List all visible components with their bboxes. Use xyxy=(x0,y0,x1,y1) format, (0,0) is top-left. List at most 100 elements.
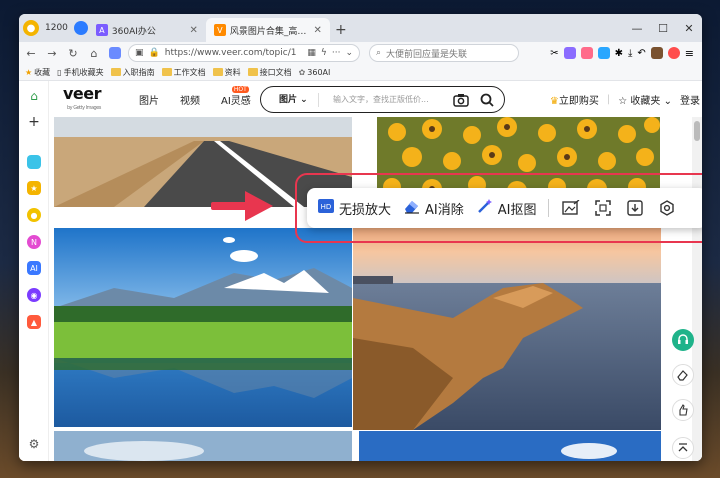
avatar[interactable] xyxy=(667,47,680,59)
eraser-float-icon[interactable] xyxy=(672,364,694,386)
sky-clouds-image[interactable] xyxy=(54,431,352,461)
chevron-down-icon[interactable]: ⌄ xyxy=(345,48,353,58)
telegram-icon[interactable] xyxy=(73,21,88,35)
home-icon[interactable]: ⌂ xyxy=(86,45,102,61)
alpine-lake-image[interactable] xyxy=(54,228,352,427)
edit-image-icon[interactable] xyxy=(561,198,581,218)
blue-sky-image[interactable] xyxy=(359,431,661,461)
ai-erase-button[interactable]: AI消除 xyxy=(403,198,464,218)
tab-title: 360AI办公 xyxy=(111,26,156,37)
points-coin-icon[interactable]: ● xyxy=(23,20,39,36)
screenshot-icon[interactable]: ▦ xyxy=(307,48,316,58)
camera-search-icon[interactable] xyxy=(452,91,470,109)
bookmark-item[interactable]: 工作文档 xyxy=(161,67,206,78)
browser-search-box[interactable]: ⌕ 大便前回应量是失联 xyxy=(369,44,519,62)
more-icon[interactable]: ··· xyxy=(332,48,341,58)
search-icon[interactable] xyxy=(478,91,496,109)
ai-cutout-button[interactable]: AI抠图 xyxy=(476,198,536,218)
search-category-select[interactable]: 图片 ⌄ xyxy=(261,92,319,107)
download-icon[interactable] xyxy=(625,198,645,218)
favorites-button[interactable]: ☆ 收藏夹 ⌄ xyxy=(618,92,672,107)
nav-label: 图片 xyxy=(139,95,159,107)
bookmark-item[interactable]: ▯ 手机收藏夹 xyxy=(57,67,103,78)
sidebar-ai-icon[interactable]: AI xyxy=(27,261,41,275)
coastal-cliff-image[interactable] xyxy=(353,228,661,430)
folder-icon xyxy=(161,68,172,76)
login-link[interactable]: 登录 xyxy=(680,92,700,107)
buy-now-button[interactable]: ♛立即购买 xyxy=(550,92,599,107)
bookmark-label: 手机收藏夹 xyxy=(63,67,104,77)
nav-bar: ← → ↻ ⌂ ▣ 🔒 https://www.veer.com/topic/1… xyxy=(19,42,702,64)
settings-hex-icon[interactable] xyxy=(657,198,677,218)
ext-brown-icon[interactable] xyxy=(650,47,663,59)
bookmark-item[interactable]: 入职指南 xyxy=(110,67,155,78)
site-header: veer by Getty Images 图片 视频 AI灵感 HOT 图片 ⌄ … xyxy=(49,81,702,117)
extension-icon[interactable] xyxy=(107,45,123,61)
browser-sidebar: ⌂ + ★ ● N AI ◉ ▲ ⚙ xyxy=(19,81,49,461)
nav-item-ai[interactable]: AI灵感 HOT xyxy=(221,81,251,117)
back-icon[interactable]: ← xyxy=(23,45,39,61)
nav-item-images[interactable]: 图片 xyxy=(139,81,159,117)
scissors-icon[interactable]: ✂ xyxy=(550,48,558,59)
veer-logo[interactable]: veer by Getty Images xyxy=(63,86,102,116)
bookmark-label: 资料 xyxy=(224,67,241,77)
maximize-icon[interactable]: ☐ xyxy=(650,14,676,42)
back-to-top-icon[interactable] xyxy=(672,437,694,459)
sidebar-chat-icon[interactable]: ◉ xyxy=(27,288,41,302)
tab-veer[interactable]: V 风景图片合集_高清风景图片免费下载 ✕ xyxy=(205,18,330,42)
feedback-icon[interactable] xyxy=(672,399,694,421)
lossless-upscale-button[interactable]: HD 无损放大 xyxy=(317,198,391,218)
ext-pink-icon[interactable] xyxy=(580,47,593,59)
star-icon: ★ xyxy=(25,67,33,77)
bookmark-item[interactable]: 资料 xyxy=(212,67,241,78)
ext-purple-icon[interactable] xyxy=(563,47,576,59)
site-search-input[interactable]: 输入文字，查找正版低价... xyxy=(319,94,452,105)
veer-favicon-icon: V xyxy=(213,24,226,36)
tab-360ai[interactable]: A 360AI办公 ✕ xyxy=(88,18,206,42)
ext-blue-icon[interactable] xyxy=(597,47,610,59)
bookmark-label: 工作文档 xyxy=(173,67,206,77)
reload-icon[interactable]: ↻ xyxy=(65,45,81,61)
new-tab-button[interactable]: + xyxy=(330,18,352,42)
menu-icon[interactable]: ≡ xyxy=(685,47,694,60)
chevron-down-icon: ⌄ xyxy=(663,95,672,107)
add-icon[interactable]: + xyxy=(27,114,41,130)
bookmark-label: 接口文档 xyxy=(259,67,292,77)
bookmark-item[interactable]: ★ 收藏 xyxy=(25,67,50,78)
undo-icon[interactable]: ↶ xyxy=(637,48,645,59)
gear-icon[interactable]: ⚙ xyxy=(27,437,41,451)
sidebar-n-icon[interactable]: N xyxy=(27,235,41,249)
sidebar-bot-icon[interactable]: ● xyxy=(27,208,41,222)
sidebar-star-icon[interactable]: ★ xyxy=(27,181,41,195)
tab-close-icon[interactable]: ✕ xyxy=(314,25,322,36)
sidebar-app-cyan-icon[interactable] xyxy=(27,155,41,169)
minimize-icon[interactable]: — xyxy=(624,14,650,42)
page-content: ⌂ + ★ ● N AI ◉ ▲ ⚙ veer by Getty Images … xyxy=(19,81,702,461)
tab-close-icon[interactable]: ✕ xyxy=(190,25,198,36)
home-icon[interactable]: ⌂ xyxy=(27,89,41,103)
customer-service-icon[interactable] xyxy=(672,329,694,351)
tool-label: AI消除 xyxy=(425,202,464,218)
nav-label: 视频 xyxy=(180,95,200,107)
close-window-icon[interactable]: ✕ xyxy=(676,14,702,42)
puzzle-icon[interactable]: ✱ xyxy=(615,48,623,59)
points-value: 1200 xyxy=(45,23,68,33)
forward-icon[interactable]: → xyxy=(44,45,60,61)
red-arrow-annotation xyxy=(211,191,273,221)
bookmark-item[interactable]: 接口文档 xyxy=(247,67,292,78)
nav-label: AI灵感 xyxy=(221,95,251,107)
bookmark-item[interactable]: ✿ 360AI xyxy=(299,68,331,77)
download-manager-icon[interactable]: ⤓ xyxy=(628,48,632,59)
tab-bar-left: ● 1200 xyxy=(19,14,88,42)
lock-icon: 🔒 xyxy=(148,48,160,58)
page-info-icon[interactable]: ▣ xyxy=(135,48,144,58)
site-search-bar[interactable]: 图片 ⌄ 输入文字，查找正版低价... xyxy=(260,86,505,113)
address-bar[interactable]: ▣ 🔒 https://www.veer.com/topic/1 ▦ ϟ ···… xyxy=(128,44,360,62)
nav-item-videos[interactable]: 视频 xyxy=(180,81,200,117)
sidebar-game-icon[interactable]: ▲ xyxy=(27,315,41,329)
lightning-icon[interactable]: ϟ xyxy=(321,48,327,58)
divider xyxy=(548,199,550,217)
scrollbar-thumb[interactable] xyxy=(694,121,700,141)
crop-icon[interactable] xyxy=(593,198,613,218)
star-outline-icon: ☆ xyxy=(618,95,628,107)
